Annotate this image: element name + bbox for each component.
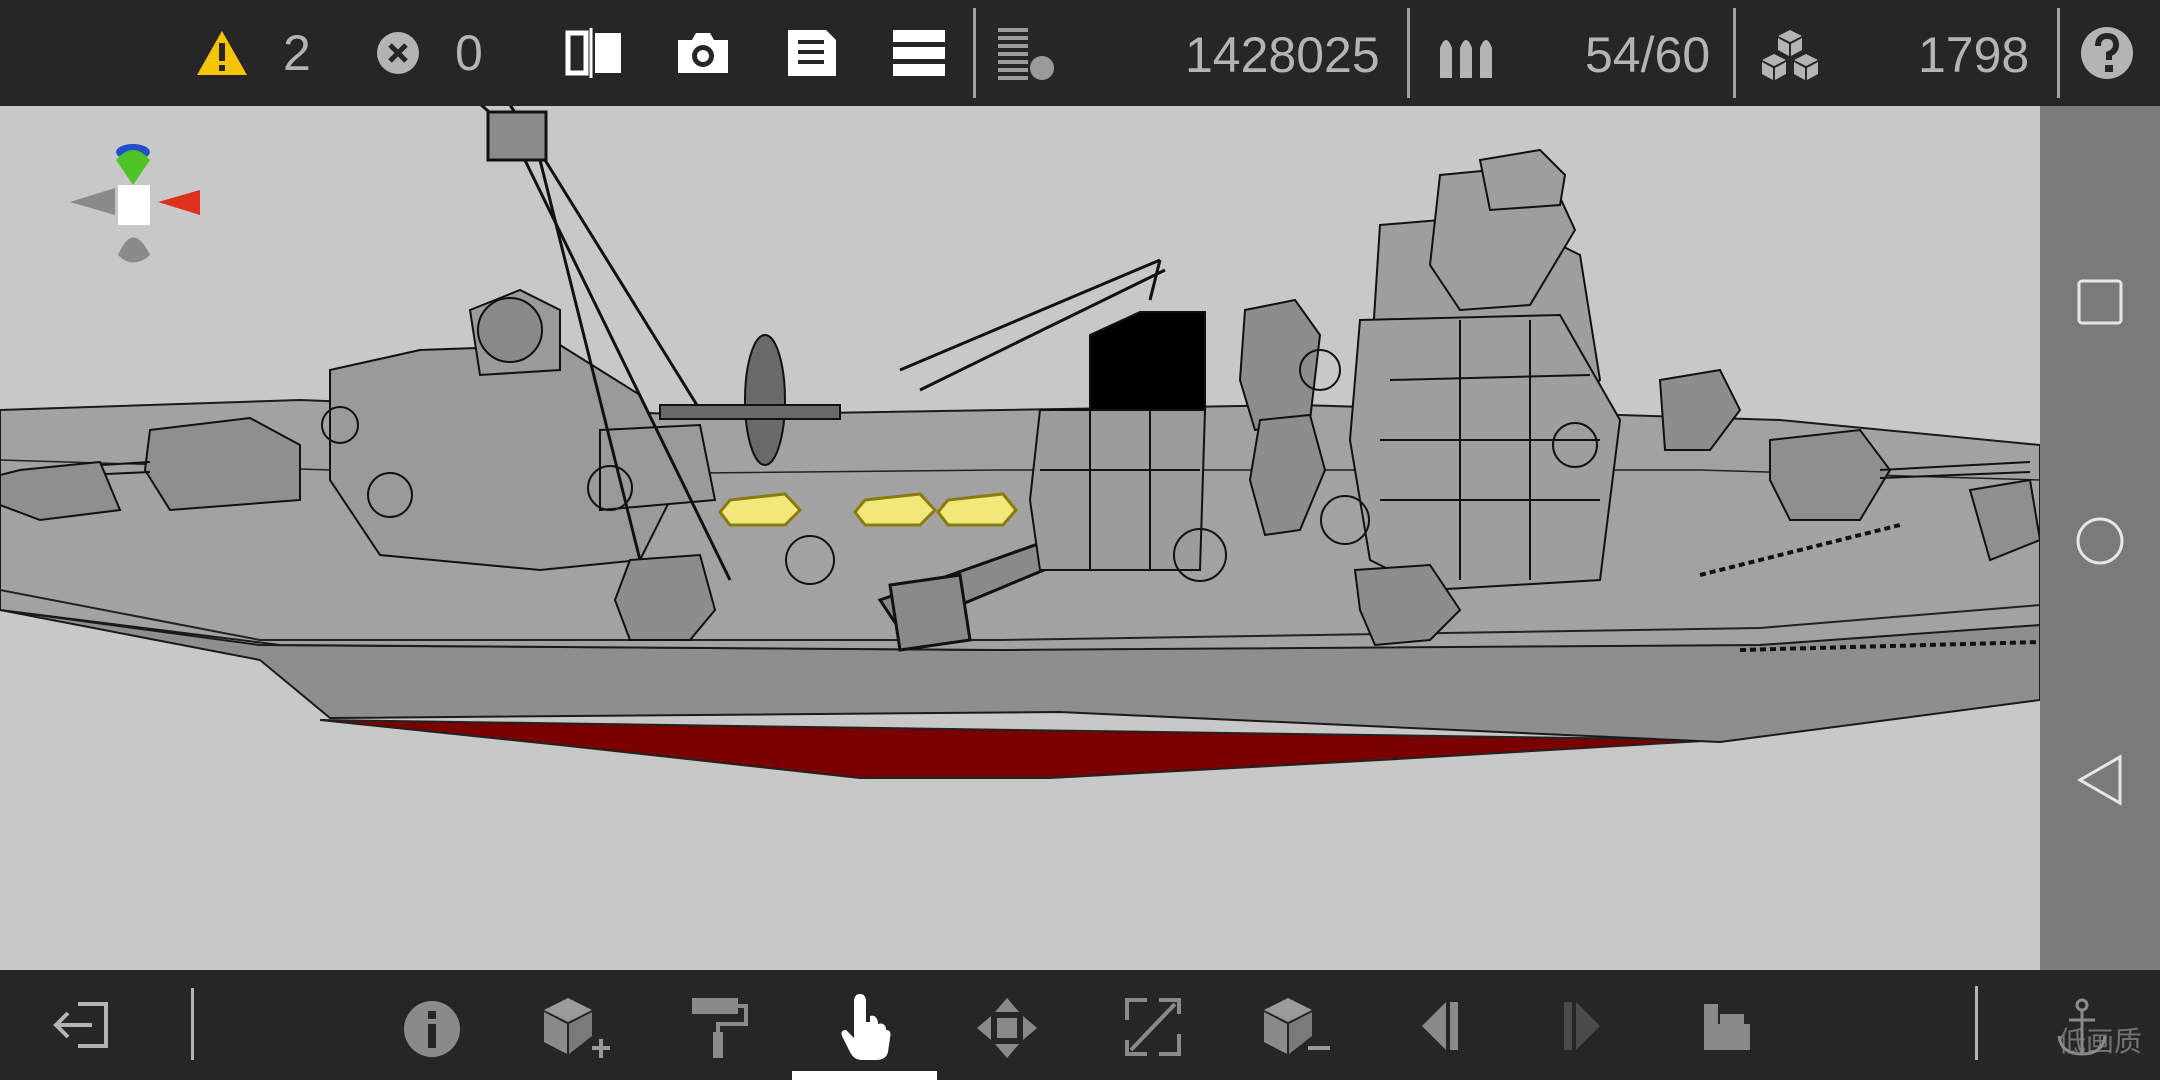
- exit-icon: [53, 1002, 108, 1048]
- top-toolbar: 2 0 1428025 54/60 1798: [0, 0, 2160, 106]
- 3d-viewport[interactable]: [0, 0, 2040, 1080]
- back-button[interactable]: [2076, 754, 2124, 806]
- remove-part-button[interactable]: [1260, 996, 1332, 1062]
- recent-apps-button[interactable]: [2077, 279, 2123, 325]
- main-deck: [0, 398, 2040, 652]
- help-button[interactable]: [2080, 26, 2134, 80]
- parts-button[interactable]: [1760, 28, 1820, 82]
- back-triangle-icon: [2076, 754, 2122, 806]
- redo-icon: [1564, 1002, 1600, 1050]
- paint-button[interactable]: [690, 996, 748, 1060]
- redo-button[interactable]: [1560, 1000, 1604, 1052]
- main-tower: [1348, 148, 1622, 592]
- error-count: 0: [455, 25, 483, 81]
- funnel: [1028, 311, 1207, 571]
- square-icon: [2077, 279, 2123, 325]
- active-tool-indicator: [792, 1071, 937, 1080]
- add-cube-icon: [544, 998, 610, 1058]
- add-part-button[interactable]: [540, 996, 612, 1062]
- move-button[interactable]: [975, 996, 1039, 1060]
- move-arrows-icon: [977, 998, 1037, 1058]
- paint-roller-icon: [692, 998, 748, 1058]
- select-tool-button[interactable]: [840, 992, 892, 1062]
- split-view-icon: [565, 28, 621, 78]
- circle-icon: [2076, 517, 2124, 565]
- resize-icon: [1125, 998, 1181, 1056]
- home-button[interactable]: [2075, 516, 2125, 566]
- menu-button[interactable]: [893, 30, 945, 76]
- separator: [973, 8, 976, 98]
- save-button[interactable]: [786, 28, 838, 78]
- separator: [1975, 986, 1978, 1060]
- selected-parts: [718, 492, 1018, 527]
- system-navigation-bar: [2040, 106, 2160, 970]
- polygon-stats-icon: [998, 28, 1054, 80]
- screenshot-button[interactable]: [674, 30, 732, 76]
- separator: [1733, 8, 1736, 98]
- warning-icon: [197, 31, 247, 75]
- save-icon: [788, 30, 836, 76]
- separator: [191, 988, 194, 1060]
- exit-button[interactable]: [48, 1000, 112, 1050]
- cubes-icon: [1762, 30, 1818, 80]
- camera-icon: [678, 33, 728, 73]
- quality-watermark: 低画质: [2057, 1026, 2142, 1057]
- ammo-button[interactable]: [1438, 30, 1496, 80]
- chair-icon: [1704, 1004, 1750, 1050]
- remove-cube-icon: [1264, 998, 1330, 1054]
- errors-button[interactable]: 0: [375, 24, 483, 82]
- help-icon: [2081, 27, 2133, 79]
- parts-count: 1798: [1918, 27, 2030, 83]
- error-icon: [377, 32, 419, 74]
- battleship-model[interactable]: [0, 0, 2040, 1080]
- ammo-icon: [1440, 40, 1492, 78]
- axis-gizmo[interactable]: [70, 144, 200, 263]
- menu-icon: [893, 30, 945, 76]
- armor-button[interactable]: [1702, 1002, 1752, 1052]
- split-view-button[interactable]: [565, 28, 623, 78]
- undo-icon: [1422, 1002, 1458, 1050]
- ammo-count: 54/60: [1585, 27, 1711, 83]
- info-button[interactable]: [403, 1000, 461, 1058]
- scale-button[interactable]: [1125, 998, 1181, 1056]
- hand-pointer-icon: [841, 994, 891, 1060]
- warnings-button[interactable]: 2: [195, 24, 311, 82]
- undo-button[interactable]: [1418, 1000, 1462, 1052]
- polygon-count: 1428025: [1185, 27, 1380, 83]
- separator: [2057, 8, 2060, 98]
- info-icon: [404, 1001, 460, 1057]
- separator: [1407, 8, 1410, 98]
- warning-count: 2: [283, 25, 311, 81]
- bottom-toolbar: [0, 970, 2160, 1080]
- polygon-stats-button[interactable]: [996, 26, 1060, 82]
